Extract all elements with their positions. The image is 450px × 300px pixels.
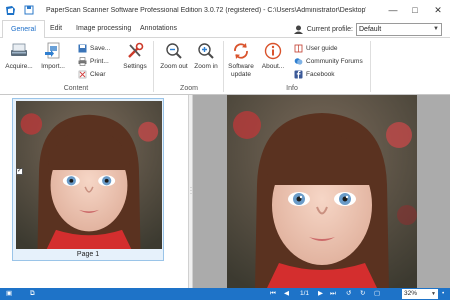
page-checkbox[interactable]: ✓ xyxy=(16,168,23,175)
tab-annotations[interactable]: Annotations xyxy=(132,20,185,38)
about-label: About... xyxy=(261,63,285,70)
chevron-down-icon: ▼ xyxy=(431,291,436,297)
close-button[interactable]: ✕ xyxy=(426,0,450,20)
status-bar: ▣ ⧉ ⏮ ◀ 1/1 ▶ ⏭ ↺ ↻ ▢ 32% ▼ • xyxy=(0,288,450,300)
tab-general[interactable]: General xyxy=(2,20,45,39)
chevron-down-icon: ▼ xyxy=(433,25,439,32)
thumbnails-toggle-icon[interactable]: ⧉ xyxy=(30,288,35,300)
user-guide-label: User guide xyxy=(306,44,338,52)
community-forums-label: Community Forums xyxy=(306,57,363,65)
facebook-link[interactable]: Facebook xyxy=(294,68,335,80)
maximize-icon: □ xyxy=(412,5,418,15)
zoom-group-label: Zoom xyxy=(180,85,198,92)
ribbon: Acquire... Import... Save... Print... Cl… xyxy=(0,38,450,95)
scanner-icon xyxy=(9,41,29,61)
group-separator xyxy=(223,41,224,92)
clear-icon xyxy=(78,70,87,79)
software-update-label-1: Software xyxy=(228,63,254,70)
thumbnail-pane: ✓ Page 1 xyxy=(0,95,188,288)
acquire-button[interactable]: Acquire... xyxy=(4,41,34,71)
first-page-icon[interactable]: ⏮ xyxy=(270,288,276,300)
maximize-button[interactable]: □ xyxy=(404,0,426,20)
clear-label: Clear xyxy=(90,70,106,78)
import-button[interactable]: Import... xyxy=(38,41,68,71)
zoom-out-icon xyxy=(164,41,184,61)
zoom-value: 32% xyxy=(404,290,418,297)
page-thumbnail-image xyxy=(16,101,162,249)
profile-label: Current profile: xyxy=(306,25,353,33)
content-group-label: Content xyxy=(63,85,89,92)
window-title: PaperScan Scanner Software Professional … xyxy=(46,6,366,14)
book-icon xyxy=(294,44,303,53)
printer-icon xyxy=(78,56,87,66)
minimize-button[interactable]: — xyxy=(382,0,404,20)
ribbon-tab-bar: General Edit Image processing Annotation… xyxy=(0,20,450,39)
community-forums-link[interactable]: Community Forums xyxy=(294,55,363,67)
user-guide-link[interactable]: User guide xyxy=(294,42,337,54)
fit-page-icon[interactable]: ▣ xyxy=(6,288,12,300)
forums-icon xyxy=(294,57,303,66)
software-update-label-2: update xyxy=(231,71,251,78)
zoom-in-label: Zoom in xyxy=(194,63,218,70)
save-icon xyxy=(78,44,87,53)
update-icon xyxy=(231,41,251,61)
zoom-out-button[interactable]: Zoom out xyxy=(157,41,191,71)
info-group-label: Info xyxy=(286,85,298,92)
profile-select[interactable]: Default ▼ xyxy=(356,22,442,36)
group-separator xyxy=(153,41,154,92)
settings-label: Settings xyxy=(123,63,147,70)
rotate-left-icon[interactable]: ↺ xyxy=(346,288,351,300)
next-page-icon[interactable]: ▶ xyxy=(318,288,323,300)
print-button[interactable]: Print... xyxy=(78,55,109,67)
group-separator xyxy=(370,41,371,92)
save-button[interactable]: Save... xyxy=(78,42,110,54)
facebook-icon xyxy=(294,70,303,79)
page-thumbnail[interactable]: ✓ Page 1 xyxy=(12,98,164,261)
info-icon xyxy=(263,41,283,61)
page-indicator: 1/1 xyxy=(300,290,310,297)
page-caption: Page 1 xyxy=(76,251,100,258)
print-label: Print... xyxy=(90,57,109,65)
acquire-label: Acquire... xyxy=(5,63,33,70)
paperscan-app-icon[interactable] xyxy=(5,5,16,16)
current-profile: Current profile: Default ▼ xyxy=(293,22,442,36)
zoom-slider-icon[interactable]: • xyxy=(442,288,444,300)
zoom-out-label: Zoom out xyxy=(160,63,188,70)
profile-value: Default xyxy=(359,25,382,33)
fit-width-icon[interactable]: ▢ xyxy=(374,288,380,300)
close-icon: ✕ xyxy=(434,4,442,15)
zoom-select[interactable]: 32% ▼ xyxy=(402,289,438,299)
software-update-button[interactable]: Software update xyxy=(226,41,256,79)
last-page-icon[interactable]: ⏭ xyxy=(330,288,336,300)
rotate-right-icon[interactable]: ↻ xyxy=(360,288,365,300)
settings-button[interactable]: Settings xyxy=(120,41,150,71)
settings-tools-icon xyxy=(125,41,145,61)
minimize-icon: — xyxy=(388,5,398,15)
import-icon xyxy=(43,41,63,61)
zoom-in-icon xyxy=(196,41,216,61)
save-label: Save... xyxy=(90,44,111,52)
clear-button[interactable]: Clear xyxy=(78,68,106,80)
quick-access-icon[interactable] xyxy=(24,5,34,15)
about-button[interactable]: About... xyxy=(258,41,288,71)
zoom-in-button[interactable]: Zoom in xyxy=(191,41,221,71)
scanned-image[interactable] xyxy=(227,95,417,288)
import-label: Import... xyxy=(41,63,65,70)
splitter-grip-icon: · · · xyxy=(190,185,192,197)
tab-image-processing[interactable]: Image processing xyxy=(68,20,139,38)
title-bar: PaperScan Scanner Software Professional … xyxy=(0,0,450,20)
facebook-label: Facebook xyxy=(306,70,335,78)
profile-icon xyxy=(293,24,304,35)
tab-edit[interactable]: Edit xyxy=(42,20,70,38)
image-viewer[interactable] xyxy=(193,95,450,288)
previous-page-icon[interactable]: ◀ xyxy=(284,288,289,300)
